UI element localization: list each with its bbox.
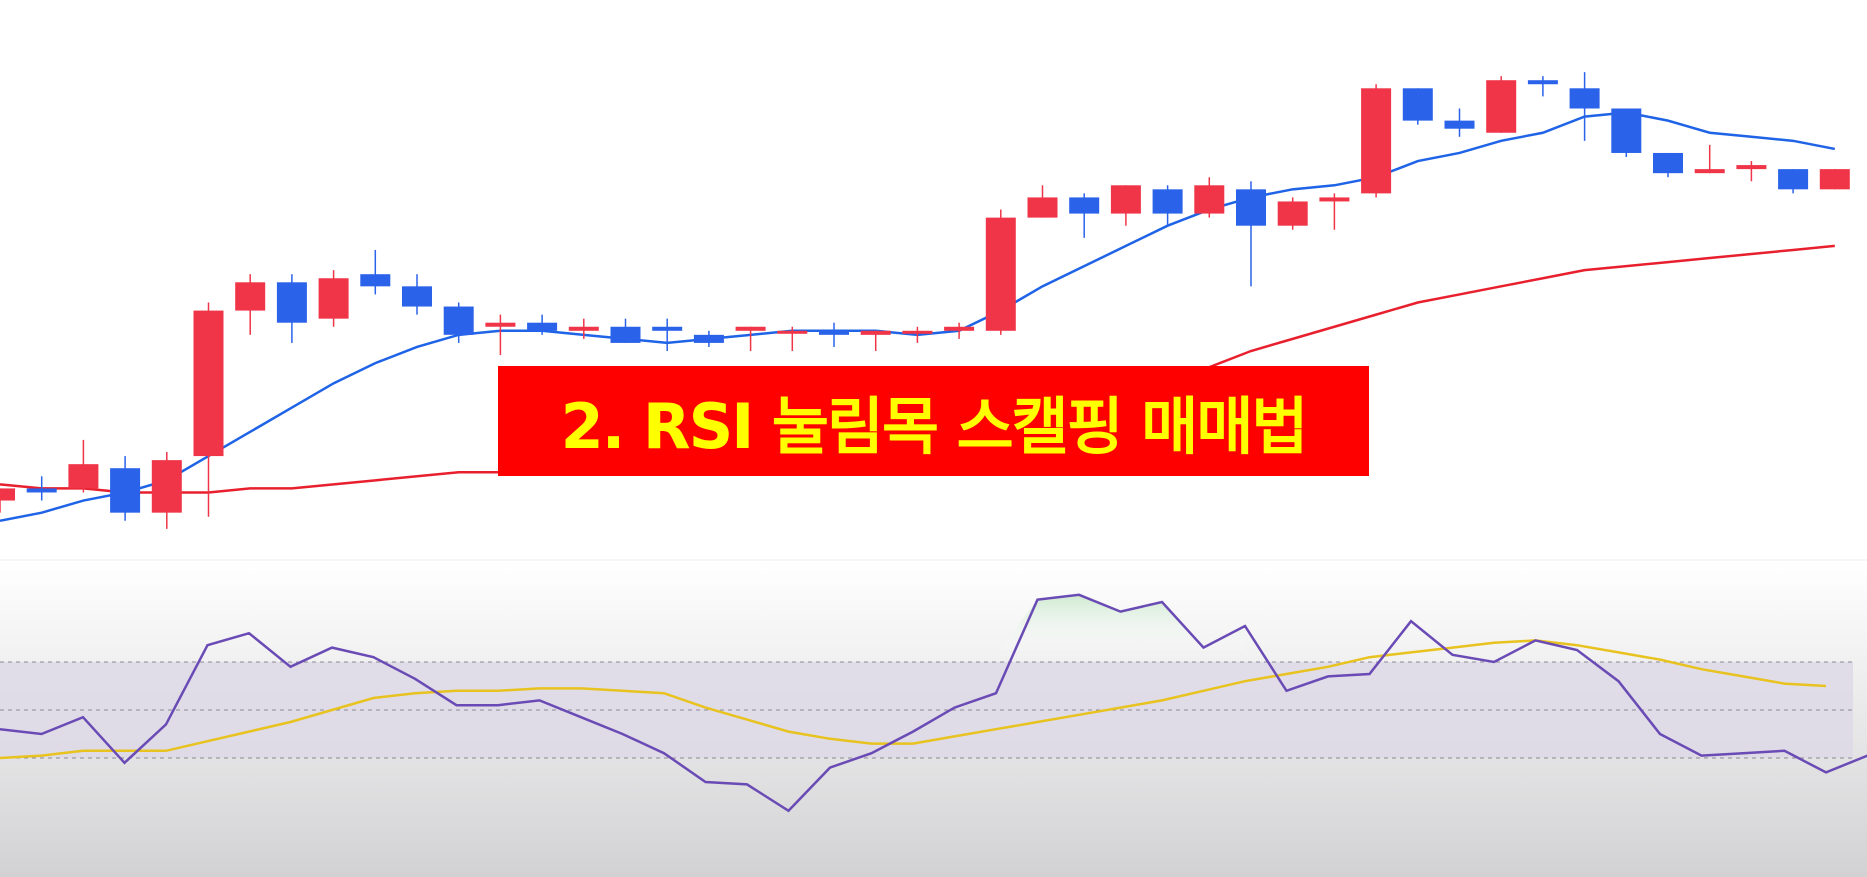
candle-body xyxy=(985,217,1016,331)
title-banner: 2. RSI 눌림목 스캘핑 매매법 xyxy=(498,366,1369,476)
candle-body xyxy=(568,326,599,331)
candle-body xyxy=(1277,201,1308,226)
candle xyxy=(1653,152,1683,178)
candle xyxy=(1069,193,1100,238)
candle xyxy=(68,439,99,493)
candle xyxy=(1361,84,1392,198)
candle xyxy=(1778,169,1809,194)
candle-body xyxy=(360,274,391,287)
price-panel xyxy=(0,72,1867,561)
candle xyxy=(360,249,391,295)
candle xyxy=(318,270,349,327)
candle-body xyxy=(0,488,15,501)
candle xyxy=(1194,177,1225,218)
candle-body xyxy=(527,322,558,331)
candle-body xyxy=(1361,88,1392,194)
candle xyxy=(485,314,516,356)
candle xyxy=(985,209,1016,335)
candle xyxy=(1736,161,1767,182)
candle-body xyxy=(1027,197,1058,218)
candle-body xyxy=(402,286,432,307)
candle xyxy=(1819,169,1850,190)
candle-body xyxy=(151,460,182,513)
candle xyxy=(0,488,15,513)
candle-body xyxy=(110,468,141,513)
candle xyxy=(735,326,766,351)
banner-title: 2. RSI 눌림목 스캘핑 매매법 xyxy=(560,390,1309,463)
candle-body xyxy=(1736,165,1767,170)
candle xyxy=(1027,185,1058,218)
candle xyxy=(235,274,266,335)
candle xyxy=(1152,185,1183,226)
candle-body xyxy=(1110,185,1141,214)
candle-body xyxy=(68,464,99,489)
candle xyxy=(26,476,57,501)
candle-body xyxy=(1819,169,1850,190)
candle xyxy=(1402,88,1433,125)
candle xyxy=(1277,197,1308,230)
candle xyxy=(1611,108,1642,157)
candle-body xyxy=(1694,169,1725,174)
candle xyxy=(1236,181,1266,287)
candle-body xyxy=(735,326,766,331)
candle xyxy=(1569,72,1600,141)
candle-body xyxy=(1444,120,1475,129)
candle-body xyxy=(1778,169,1809,190)
candle-body xyxy=(1152,189,1183,214)
chart-stage: 2. RSI 눌림목 스캘핑 매매법 xyxy=(0,0,1867,877)
rsi-panel xyxy=(0,561,1867,877)
candle-body xyxy=(860,330,891,335)
candle xyxy=(151,452,182,529)
candle-body xyxy=(1611,108,1642,153)
candle-body xyxy=(1527,80,1558,85)
candle-body xyxy=(1194,185,1225,214)
candle-body xyxy=(193,310,224,457)
candle xyxy=(276,274,307,343)
candle-body xyxy=(1069,197,1100,214)
candle-body xyxy=(1569,88,1600,109)
candle xyxy=(1486,76,1517,133)
candle-body xyxy=(1236,189,1266,226)
candle-body xyxy=(944,326,975,331)
candle-body xyxy=(1402,88,1433,121)
candle-body xyxy=(1653,152,1683,174)
candle xyxy=(110,456,141,521)
candle xyxy=(819,322,849,347)
candle-body xyxy=(318,278,349,319)
candle xyxy=(860,330,891,351)
candle-body xyxy=(1486,80,1517,133)
candle-body xyxy=(276,282,307,323)
rsi-band xyxy=(0,662,1853,758)
candle-body xyxy=(652,326,683,331)
candle-body xyxy=(485,322,516,327)
candle xyxy=(193,302,224,517)
candle xyxy=(1694,144,1725,174)
candle-body xyxy=(26,488,57,493)
candle xyxy=(1110,185,1141,226)
candle xyxy=(402,274,432,315)
candle-body xyxy=(443,306,474,335)
candle-body xyxy=(235,282,266,311)
candle xyxy=(1527,76,1558,97)
candle-body xyxy=(693,334,724,343)
candle-body xyxy=(777,330,808,334)
candle xyxy=(1444,108,1475,137)
candle-body xyxy=(819,330,849,335)
candle xyxy=(693,330,724,347)
candle-body xyxy=(902,330,933,334)
candle xyxy=(1319,193,1350,230)
candle-body xyxy=(1319,197,1350,202)
candle-body xyxy=(610,326,641,343)
candle xyxy=(610,318,641,343)
candle xyxy=(652,318,683,351)
